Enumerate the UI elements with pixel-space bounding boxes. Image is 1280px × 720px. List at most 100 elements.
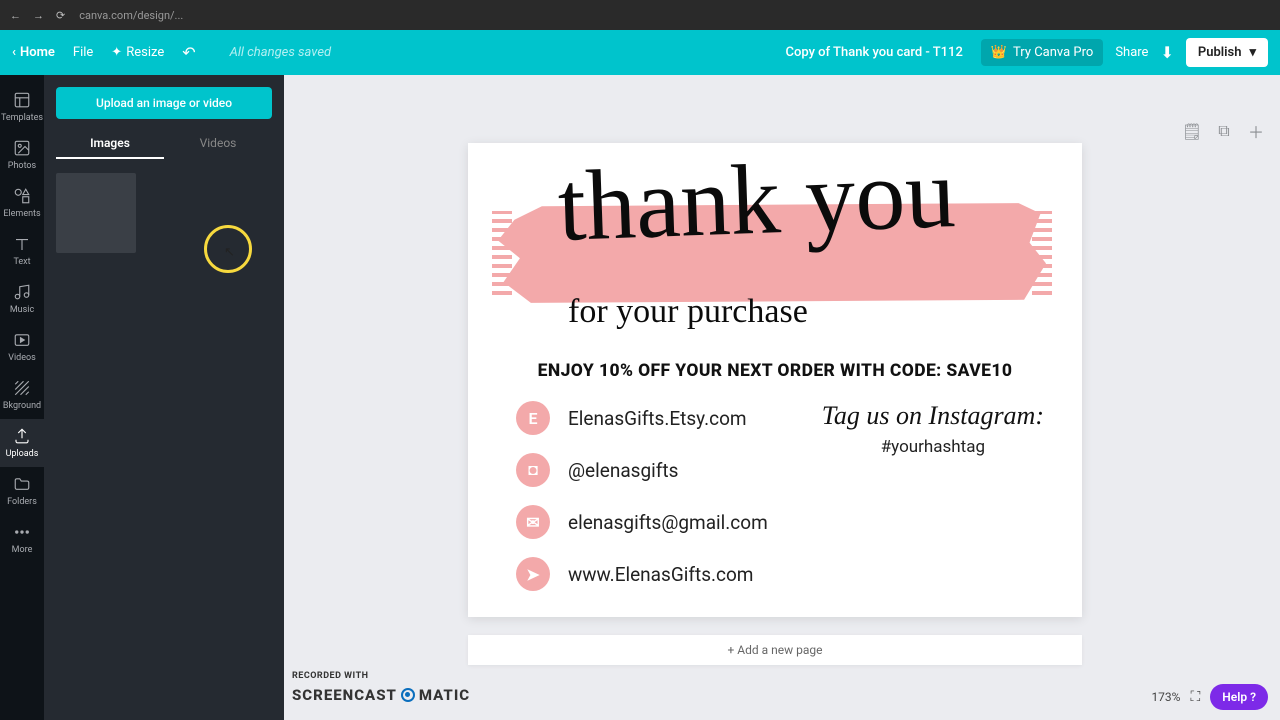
browser-bar: ← → ⟳ canva.com/design/... xyxy=(0,0,1280,30)
rail-templates[interactable]: Templates xyxy=(0,83,44,131)
instagram-icon: ◘ xyxy=(516,453,550,487)
contact-web[interactable]: ➤ www.ElenasGifts.com xyxy=(516,557,768,591)
chevron-left-icon: ‹ xyxy=(12,45,16,60)
background-icon xyxy=(13,379,31,397)
rail-photos[interactable]: Photos xyxy=(0,131,44,179)
save-status: All changes saved xyxy=(230,45,331,60)
upload-button[interactable]: Upload an image or video xyxy=(56,87,272,119)
rail-label: More xyxy=(12,545,33,555)
share-button[interactable]: Share xyxy=(1115,45,1148,60)
url-bar[interactable]: canva.com/design/... xyxy=(79,9,1270,22)
publish-label: Publish xyxy=(1198,45,1242,60)
text-icon xyxy=(13,235,31,253)
duplicate-page-icon[interactable]: ⧉ xyxy=(1214,121,1234,141)
try-pro-button[interactable]: 👑 Try Canva Pro xyxy=(981,39,1103,66)
notes-icon[interactable]: 🗒 xyxy=(1182,121,1202,141)
file-menu[interactable]: File xyxy=(73,45,93,60)
thank-you-text[interactable]: thank you xyxy=(557,148,957,252)
workspace: Templates Photos Elements Text Music Vid… xyxy=(0,75,1280,720)
rail-label: Music xyxy=(10,305,34,315)
tab-videos[interactable]: Videos xyxy=(164,129,272,159)
rail-videos[interactable]: Videos xyxy=(0,323,44,371)
watermark-line1: RECORDED WITH xyxy=(292,670,470,684)
rail-background[interactable]: Bkground xyxy=(0,371,44,419)
rail-label: Templates xyxy=(1,113,43,123)
add-icon[interactable]: ＋ xyxy=(1246,121,1266,141)
templates-icon xyxy=(13,91,31,109)
resize-icon: ✦ xyxy=(111,45,122,60)
rail-label: Uploads xyxy=(6,449,39,459)
uploads-panel: Upload an image or video Images Videos ↖… xyxy=(44,75,284,720)
subtitle-text[interactable]: for your purchase xyxy=(568,293,808,331)
watermark-brand1: SCREENCAST xyxy=(292,684,397,707)
crown-icon: 👑 xyxy=(991,45,1007,60)
tag-hashtag: #yourhashtag xyxy=(822,437,1044,457)
try-pro-label: Try Canva Pro xyxy=(1013,45,1093,60)
help-button[interactable]: Help ? xyxy=(1210,684,1268,710)
rail-music[interactable]: Music xyxy=(0,275,44,323)
contact-text: www.ElenasGifts.com xyxy=(568,563,753,586)
fullscreen-icon[interactable]: ⛶ xyxy=(1190,689,1200,705)
canvas-footer: 173% ⛶ Help ? xyxy=(1151,684,1268,710)
undo-icon[interactable]: ↶ xyxy=(182,43,195,62)
document-title[interactable]: Copy of Thank you card - T112 xyxy=(785,45,962,60)
back-icon[interactable]: ← xyxy=(10,9,21,22)
tag-block[interactable]: Tag us on Instagram: #yourhashtag xyxy=(822,401,1044,457)
upload-tabs: Images Videos xyxy=(56,129,272,159)
side-rail: Templates Photos Elements Text Music Vid… xyxy=(0,75,44,720)
rail-label: Bkground xyxy=(3,401,41,411)
cursor-highlight xyxy=(204,225,252,273)
add-page-button[interactable]: + Add a new page xyxy=(468,635,1082,665)
rail-label: Photos xyxy=(8,161,36,171)
folders-icon xyxy=(13,475,31,493)
contact-email[interactable]: ✉ elenasgifts@gmail.com xyxy=(516,505,768,539)
tag-title: Tag us on Instagram: xyxy=(822,401,1044,431)
contact-text: @elenasgifts xyxy=(568,459,678,482)
email-icon: ✉ xyxy=(516,505,550,539)
watermark-dot-icon xyxy=(401,688,415,702)
rail-label: Videos xyxy=(8,353,36,363)
rail-label: Folders xyxy=(7,497,37,507)
videos-icon xyxy=(13,331,31,349)
promo-text[interactable]: ENJOY 10% OFF YOUR NEXT ORDER WITH CODE:… xyxy=(468,361,1082,381)
etsy-icon: E xyxy=(516,401,550,435)
rail-more[interactable]: More xyxy=(0,515,44,563)
home-label: Home xyxy=(20,45,55,60)
publish-button[interactable]: Publish ▾ xyxy=(1186,38,1268,67)
canvas-area[interactable]: 🗒 ⧉ ＋ thank you for your purchase ENJOY … xyxy=(284,75,1280,720)
more-icon xyxy=(13,523,31,541)
watermark-brand2: MATIC xyxy=(419,684,470,707)
contact-instagram[interactable]: ◘ @elenasgifts xyxy=(516,453,768,487)
link-icon: ➤ xyxy=(516,557,550,591)
resize-button[interactable]: ✦ Resize xyxy=(111,45,164,60)
rail-elements[interactable]: Elements xyxy=(0,179,44,227)
rail-label: Text xyxy=(13,257,30,267)
photos-icon xyxy=(13,139,31,157)
recording-watermark: RECORDED WITH SCREENCAST MATIC xyxy=(292,670,470,706)
upload-thumbnail[interactable] xyxy=(56,173,136,253)
forward-icon[interactable]: → xyxy=(33,9,44,22)
contact-list: E ElenasGifts.Etsy.com ◘ @elenasgifts ✉ … xyxy=(516,401,768,591)
app-toolbar: ‹ Home File ✦ Resize ↶ All changes saved… xyxy=(0,30,1280,75)
home-button[interactable]: ‹ Home xyxy=(12,45,55,60)
browser-nav: ← → ⟳ xyxy=(10,9,65,22)
elements-icon xyxy=(13,187,31,205)
contact-text: elenasgifts@gmail.com xyxy=(568,511,768,534)
canvas-toolbar: 🗒 ⧉ ＋ xyxy=(1182,121,1266,141)
reload-icon[interactable]: ⟳ xyxy=(56,9,65,22)
resize-label: Resize xyxy=(126,45,164,60)
rail-folders[interactable]: Folders xyxy=(0,467,44,515)
tab-images[interactable]: Images xyxy=(56,129,164,159)
cursor-icon: ↖ xyxy=(224,245,235,260)
contact-text: ElenasGifts.Etsy.com xyxy=(568,407,747,430)
rail-label: Elements xyxy=(3,209,40,219)
rail-text[interactable]: Text xyxy=(0,227,44,275)
chevron-down-icon: ▾ xyxy=(1249,45,1256,60)
music-icon xyxy=(13,283,31,301)
download-icon[interactable]: ⬇ xyxy=(1160,43,1173,62)
zoom-level[interactable]: 173% xyxy=(1151,690,1180,704)
contact-etsy[interactable]: E ElenasGifts.Etsy.com xyxy=(516,401,768,435)
uploads-icon xyxy=(13,427,31,445)
rail-uploads[interactable]: Uploads xyxy=(0,419,44,467)
design-canvas[interactable]: thank you for your purchase ENJOY 10% OF… xyxy=(468,143,1082,617)
